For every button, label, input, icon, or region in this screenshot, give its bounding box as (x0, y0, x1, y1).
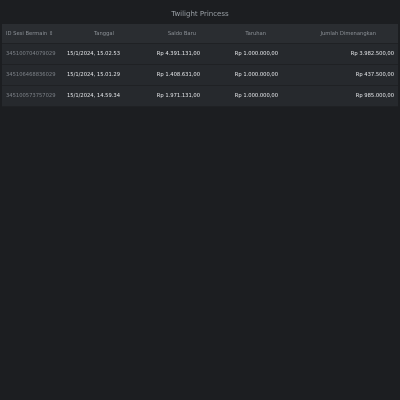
bet-cell: Rp 1.000.000,00 (234, 93, 278, 99)
new-balance-cell: Rp 1.971.131,00 (156, 93, 200, 99)
session-id-cell: 345106468836029 (6, 72, 56, 78)
table-row[interactable]: 345106468836029 15/1/2024, 15.01.29 Rp 1… (2, 65, 398, 86)
session-id-cell: 345100573757029 (6, 93, 56, 99)
bet-cell: Rp 1.000.000,00 (234, 72, 278, 78)
new-balance-cell: Rp 1.408.631,00 (156, 72, 200, 78)
date-cell: 15/1/2024, 14.59.34 (67, 93, 120, 99)
date-cell: 15/1/2024, 15.01.29 (67, 72, 120, 78)
table-row[interactable]: 345100704079029 15/1/2024, 15.02.53 Rp 4… (2, 44, 398, 65)
date-cell: 15/1/2024, 15.02.53 (67, 51, 120, 57)
bet-cell: Rp 1.000.000,00 (234, 51, 278, 57)
history-table: ID Sesi Bermain ⇕ Tanggal Saldo Baru Tar… (2, 24, 398, 107)
table-header: ID Sesi Bermain ⇕ Tanggal Saldo Baru Tar… (2, 24, 398, 44)
amount-won-cell: Rp 985.000,00 (355, 93, 394, 99)
table-row[interactable]: 345100573757029 15/1/2024, 14.59.34 Rp 1… (2, 86, 398, 107)
column-header-new-balance: Saldo Baru (167, 30, 196, 37)
amount-won-cell: Rp 437.500,00 (355, 72, 394, 78)
column-header-date: Tanggal (94, 30, 114, 37)
game-history-screen: Twilight Princess ID Sesi Bermain ⇕ Tang… (0, 0, 400, 400)
new-balance-cell: Rp 4.391.131,00 (156, 51, 200, 57)
game-title: Twilight Princess (171, 10, 229, 18)
session-id-cell: 345100704079029 (6, 51, 56, 57)
column-header-amount-won: Jumlah Dimenangkan (320, 30, 376, 37)
amount-won-cell: Rp 3.982.500,00 (350, 51, 394, 57)
column-header-session-id[interactable]: ID Sesi Bermain ⇕ (6, 24, 53, 43)
column-header-bet: Taruhan (245, 30, 266, 37)
